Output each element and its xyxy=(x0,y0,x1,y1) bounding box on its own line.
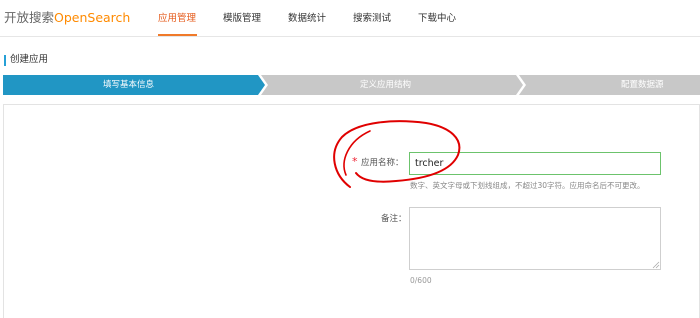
page-title-accent xyxy=(4,55,6,66)
nav-item-data-statistics[interactable]: 数据统计 xyxy=(288,12,326,26)
step-3-label: 配置数据源 xyxy=(621,80,664,90)
nav-item-download-center[interactable]: 下载中心 xyxy=(418,12,456,26)
page-title: 创建应用 xyxy=(10,54,49,65)
remark-label: 备注： xyxy=(381,214,407,224)
resize-grip-icon[interactable] xyxy=(652,261,660,269)
top-navigation: 开放搜索OpenSearch 应用管理 模版管理 数据统计 搜索测试 下载中心 xyxy=(0,0,700,37)
brand-name-cn: 开放搜索 xyxy=(4,10,55,25)
annotation-circle-icon xyxy=(333,120,461,188)
nav-item-template-management[interactable]: 模版管理 xyxy=(223,12,261,26)
step-3-shape xyxy=(519,75,700,95)
active-nav-underline xyxy=(158,34,197,36)
brand-name-en: OpenSearch xyxy=(54,10,131,25)
step-2-label: 定义应用结构 xyxy=(360,80,412,90)
nav-item-search-test[interactable]: 搜索测试 xyxy=(353,12,391,26)
remark-char-counter: 0/600 xyxy=(410,276,432,285)
nav-item-app-management[interactable]: 应用管理 xyxy=(158,12,196,26)
remark-textarea[interactable] xyxy=(409,207,661,270)
brand-logo[interactable]: 开放搜索OpenSearch xyxy=(4,10,130,26)
step-1-label: 填写基本信息 xyxy=(103,80,155,90)
